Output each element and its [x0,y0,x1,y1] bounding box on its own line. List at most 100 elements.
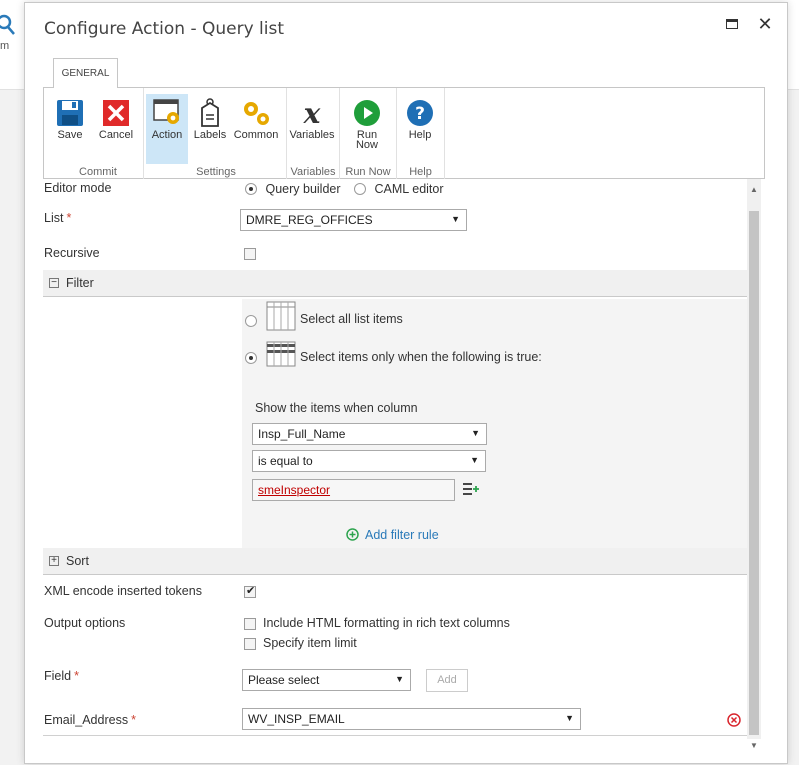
close-icon: ✕ [757,13,773,34]
editor-mode-options: Query builder CAML editor [245,182,444,196]
list-grid-icon [266,301,296,334]
search-icon [0,14,16,42]
select-when-label: Select items only when the following is … [300,350,542,364]
help-label: Help [408,129,432,141]
save-button[interactable]: Save [50,96,90,162]
form-area: Editor mode Query builder CAML editor Li… [25,179,763,750]
configure-action-dialog: Configure Action - Query list ✕ GENERAL … [24,2,788,764]
run-now-button[interactable]: Run Now [342,96,392,162]
group-variables-label: Variables [290,166,336,178]
vertical-scrollbar[interactable]: ▲ ▼ [747,179,761,750]
collapse-icon[interactable]: − [49,278,59,288]
filter-column-value: Insp_Full_Name [258,427,346,441]
action-label: Action [151,129,183,141]
recursive-checkbox[interactable] [244,248,256,260]
group-settings-label: Settings [196,166,236,178]
add-filter-rule-link[interactable]: Add filter rule [346,528,439,544]
save-icon [50,96,90,130]
list-dropdown[interactable]: DMRE_REG_OFFICES ▼ [240,209,467,231]
tab-general[interactable]: GENERAL [53,58,118,88]
filter-section-header[interactable]: − Filter [43,270,747,297]
filter-title: Filter [66,276,94,290]
add-field-button[interactable]: Add [426,669,468,692]
select-all-radio[interactable] [245,315,257,327]
field-value: Please select [248,673,320,687]
dialog-title: Configure Action - Query list [44,19,285,39]
action-icon [146,94,188,130]
save-label: Save [57,129,83,141]
background-label: m [0,40,10,52]
variable-x-icon: x [303,96,321,130]
expand-icon[interactable]: + [49,556,59,566]
tag-icon [190,96,230,130]
group-run-now-label: Run Now [345,166,391,178]
select-when-radio[interactable] [245,352,257,364]
xml-encode-label: XML encode inserted tokens [44,584,202,598]
field-label: Field * [44,669,79,683]
ribbon: Save Cancel Action Labels Common x Varia… [43,87,765,179]
list-value: DMRE_REG_OFFICES [246,213,373,227]
group-commit-label: Commit [79,166,117,178]
field-dropdown[interactable]: Please select ▼ [242,669,411,691]
email-address-label: Email_Address * [44,713,136,727]
item-limit-label: Specify item limit [263,636,357,650]
filter-value-input[interactable]: smeInspector [252,479,455,501]
cancel-icon [94,96,138,130]
scrollbar-thumb[interactable] [749,211,759,735]
maximize-button[interactable] [721,13,743,35]
help-icon: ? [399,96,441,130]
group-help-label: Help [409,166,432,178]
caml-editor-radio[interactable] [354,183,367,195]
action-button[interactable]: Action [146,94,188,164]
recursive-label: Recursive [44,246,100,260]
editor-mode-label: Editor mode [44,181,112,195]
chevron-down-icon: ▼ [451,214,460,224]
gears-icon [232,96,280,130]
variables-button[interactable]: x Variables [289,96,335,162]
remove-field-icon[interactable] [727,713,741,730]
divider [43,735,747,736]
scroll-up-icon[interactable]: ▲ [750,185,758,194]
maximize-icon [726,19,738,29]
chevron-down-icon: ▼ [470,455,479,465]
include-html-checkbox[interactable] [244,618,256,630]
add-filter-rule-label: Add filter rule [365,528,439,542]
chevron-down-icon: ▼ [471,428,480,438]
ribbon-separator [444,88,445,179]
labels-button[interactable]: Labels [190,96,230,162]
cancel-label: Cancel [98,129,134,141]
scroll-down-icon[interactable]: ▼ [750,741,758,750]
filter-grid-icon [266,341,296,370]
email-address-value: WV_INSP_EMAIL [248,712,345,726]
close-button[interactable]: ✕ [754,13,776,35]
svg-text:?: ? [415,104,425,124]
common-label: Common [233,129,279,141]
query-builder-radio[interactable] [245,183,257,195]
xml-encode-checkbox[interactable] [244,584,256,598]
show-items-label: Show the items when column [255,401,418,415]
help-button[interactable]: ? Help [399,96,441,162]
filter-operator-dropdown[interactable]: is equal to ▼ [252,450,486,472]
item-limit-checkbox[interactable] [244,638,256,650]
common-button[interactable]: Common [232,96,280,162]
output-options-label: Output options [44,616,126,630]
insert-reference-icon[interactable] [462,481,480,500]
sort-title: Sort [66,554,89,568]
caml-editor-label: CAML editor [374,182,444,196]
select-all-label: Select all list items [300,312,403,326]
include-html-label: Include HTML formatting in rich text col… [263,616,510,630]
sort-section-header[interactable]: + Sort [43,548,747,575]
chevron-down-icon: ▼ [395,674,404,684]
chevron-down-icon: ▼ [565,713,574,723]
labels-label: Labels [193,129,227,141]
email-address-dropdown[interactable]: WV_INSP_EMAIL ▼ [242,708,581,730]
variables-label: Variables [289,129,335,141]
list-label: List * [44,211,72,225]
filter-operator-value: is equal to [258,454,313,468]
run-now-label: Run Now [355,129,378,151]
add-circle-icon [346,528,359,544]
filter-value-token: smeInspector [258,483,331,497]
cancel-button[interactable]: Cancel [94,96,138,162]
play-icon [342,96,392,130]
filter-column-dropdown[interactable]: Insp_Full_Name ▼ [252,423,487,445]
